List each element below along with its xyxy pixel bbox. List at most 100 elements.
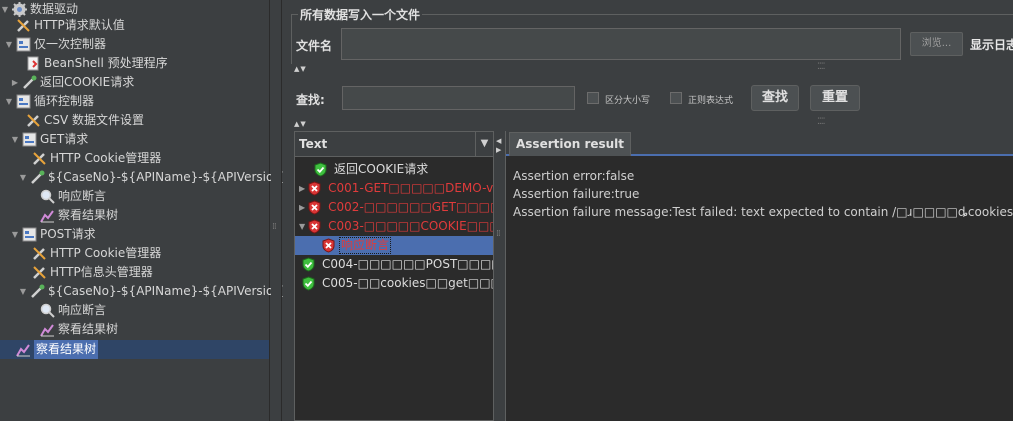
expand-toggle-icon[interactable]: ▼ [18,168,28,187]
browse-button[interactable]: 浏览... [910,32,963,56]
tree-item-response-assertion[interactable]: 响应断言 [40,187,106,206]
tree-item-csv-data-set[interactable]: CSV 数据文件设置 [26,111,144,130]
tree-item-once-only-controller[interactable]: ▼ 仅一次控制器 [4,35,106,54]
tree-item-label: GET请求 [40,132,89,146]
controller-icon [22,227,37,242]
splitter-grip-icon: ⁚⁚⁚⁚ [817,117,826,127]
filename-input[interactable] [341,28,901,60]
splitter-grip-icon: ⁞⁞ [496,229,501,239]
result-row[interactable]: C004-□□□□□□POST□□□□□-v1.0 [295,255,493,274]
tree-item-http-cookie-manager[interactable]: HTTP Cookie管理器 [32,149,161,168]
expand-toggle-icon[interactable]: ▼ [10,130,20,149]
reset-button[interactable]: 重置 [810,85,860,111]
tree-item-return-cookie-request[interactable]: ▶ 返回COOKIE请求 [10,73,134,92]
result-row[interactable]: ▶ C001-GET□□□□□DEMO-v1.0 [295,179,493,198]
wrench-icon [32,246,47,261]
tree-item-label: 循环控制器 [34,94,95,108]
result-row[interactable]: C005-□□cookies□□get□□□□□ [295,274,493,293]
tree-item-response-assertion-2[interactable]: 响应断言 [40,301,106,320]
result-tabbar: Assertion result [506,131,1013,156]
horizontal-splitter-bottom[interactable]: ▲▼ ⁚⁚⁚⁚ [291,117,1013,128]
tree-item-get-request[interactable]: ▼ GET请求 [10,130,88,149]
filename-label: 文件名 [296,39,333,53]
result-row-selected[interactable]: 响应断言 [295,236,493,255]
tree-item-label: ${CaseNo}-${APIName}-${APIVersion} [48,284,289,298]
collapse-toggle-icon[interactable]: ▶ [10,73,20,92]
splitter-arrows-icon[interactable]: ▲▼ [294,65,307,73]
renderer-select-value: Text [299,137,328,151]
test-plan-tree[interactable]: ▼ 数据驱动 HTTP请求默认值 ▼ 仅一次控制器 BeanShell 预处理程… [0,0,289,421]
failure-shield-icon [307,181,322,196]
vertical-splitter[interactable]: ◀ ▶ ⁞⁞ [494,131,505,421]
splitter-arrows-icon[interactable]: ▲▼ [294,120,307,128]
case-sensitive-label: 区分大小写 [605,96,651,106]
tree-item-label: POST请求 [40,227,96,241]
sampler-pipette-icon [30,284,45,299]
regex-checkbox[interactable] [670,92,682,104]
splitter-arrows-icon[interactable]: ◀ ▶ [496,137,502,155]
tree-item-label: BeanShell 预处理程序 [44,56,168,70]
chevron-down-icon[interactable]: ▼ [475,132,493,156]
expand-toggle-icon[interactable]: ▼ [4,35,14,54]
search-input[interactable] [342,86,575,110]
wrench-icon [16,18,31,33]
tree-item-http-defaults[interactable]: HTTP请求默认值 [16,16,125,35]
tree-item-view-results-tree-2[interactable]: 察看结果树 [40,320,118,339]
regex-label: 正则表达式 [688,96,734,106]
success-shield-icon [313,162,328,177]
result-label: 响应断言 [339,237,392,254]
result-label: 返回COOKIE请求 [334,162,429,176]
wrench-icon [26,113,41,128]
result-label: C005-□□cookies□□get□□□□□ [322,276,493,290]
assertion-failure-line: Assertion failure:true [513,187,640,201]
tree-item-label: HTTP请求默认值 [34,18,125,32]
expand-toggle-icon[interactable]: ▼ [0,0,10,19]
assertion-error-line: Assertion error:false [513,169,635,183]
horizontal-splitter-top[interactable]: ▲▼ ⁚⁚⁚⁚ [291,62,1013,73]
tree-item-label: 返回COOKIE请求 [40,75,135,89]
expand-toggle-icon[interactable]: ▼ [10,225,20,244]
sampler-pipette-icon [30,170,45,185]
tree-item-label: HTTP Cookie管理器 [50,246,162,260]
result-label: C002-□□□□□□GET□□□□□-v1.0 [328,200,493,214]
expand-toggle-icon[interactable]: ▼ [18,282,28,301]
find-button[interactable]: 查找 [751,85,799,111]
tab-assertion-result[interactable]: Assertion result [509,132,632,156]
tree-item-view-results-tree[interactable]: 察看结果树 [40,206,118,225]
main-splitter[interactable]: ⁞⁞ [271,0,282,421]
assertion-message-line: Assertion failure message:Test failed: t… [513,205,1013,219]
expand-toggle-icon[interactable]: ▼ [4,92,14,111]
magnifier-assertion-icon [40,303,55,318]
tree-item-get-sampler[interactable]: ▼ ${CaseNo}-${APIName}-${APIVersion} [18,168,289,187]
splitter-grip-icon: ⁞⁞ [272,222,277,232]
result-label: C003-□□□□□COOKIE□□□□□-v1.0 [328,219,493,233]
result-label: C001-GET□□□□□DEMO-v1.0 [328,181,493,195]
tree-item-loop-controller[interactable]: ▼ 循环控制器 [4,92,94,111]
collapse-toggle-icon[interactable]: ▶ [299,198,305,217]
search-label: 查找: [296,93,325,107]
tree-item-label: HTTP Cookie管理器 [50,151,162,165]
tree-item-label: 响应断言 [58,189,107,203]
case-sensitive-checkbox[interactable] [587,92,599,104]
tree-item-post-request[interactable]: ▼ POST请求 [10,225,96,244]
tree-item-beanshell-preprocessor[interactable]: BeanShell 预处理程序 [26,54,168,73]
tree-item-label: ${CaseNo}-${APIName}-${APIVersion} [48,170,289,184]
tree-item-label: 仅一次控制器 [34,37,107,51]
result-row[interactable]: 返回COOKIE请求 [295,160,493,179]
tree-item-http-header-manager[interactable]: HTTP信息头管理器 [32,263,153,282]
result-row[interactable]: ▶ C002-□□□□□□GET□□□□□-v1.0 [295,198,493,217]
failure-shield-icon [307,200,322,215]
controller-icon [16,37,31,52]
tree-item-post-sampler[interactable]: ▼ ${CaseNo}-${APIName}-${APIVersion} [18,282,289,301]
tree-item-label: 响应断言 [58,303,107,317]
controller-icon [16,94,31,109]
tree-item-view-results-tree-selected[interactable]: 察看结果树 [16,340,99,359]
tree-item-label: 察看结果树 [58,208,119,222]
collapse-toggle-icon[interactable]: ▶ [299,179,305,198]
sample-results-tree[interactable]: Text ▼ 返回COOKIE请求 ▶ C001-GET□□□□□DEMO-v1… [294,131,494,421]
result-row[interactable]: ▼ C003-□□□□□COOKIE□□□□□-v1.0 [295,217,493,236]
renderer-select[interactable]: Text ▼ [295,132,493,157]
beanshell-script-icon [26,56,41,71]
expand-toggle-icon[interactable]: ▼ [299,217,305,236]
tree-item-http-cookie-manager-2[interactable]: HTTP Cookie管理器 [32,244,161,263]
